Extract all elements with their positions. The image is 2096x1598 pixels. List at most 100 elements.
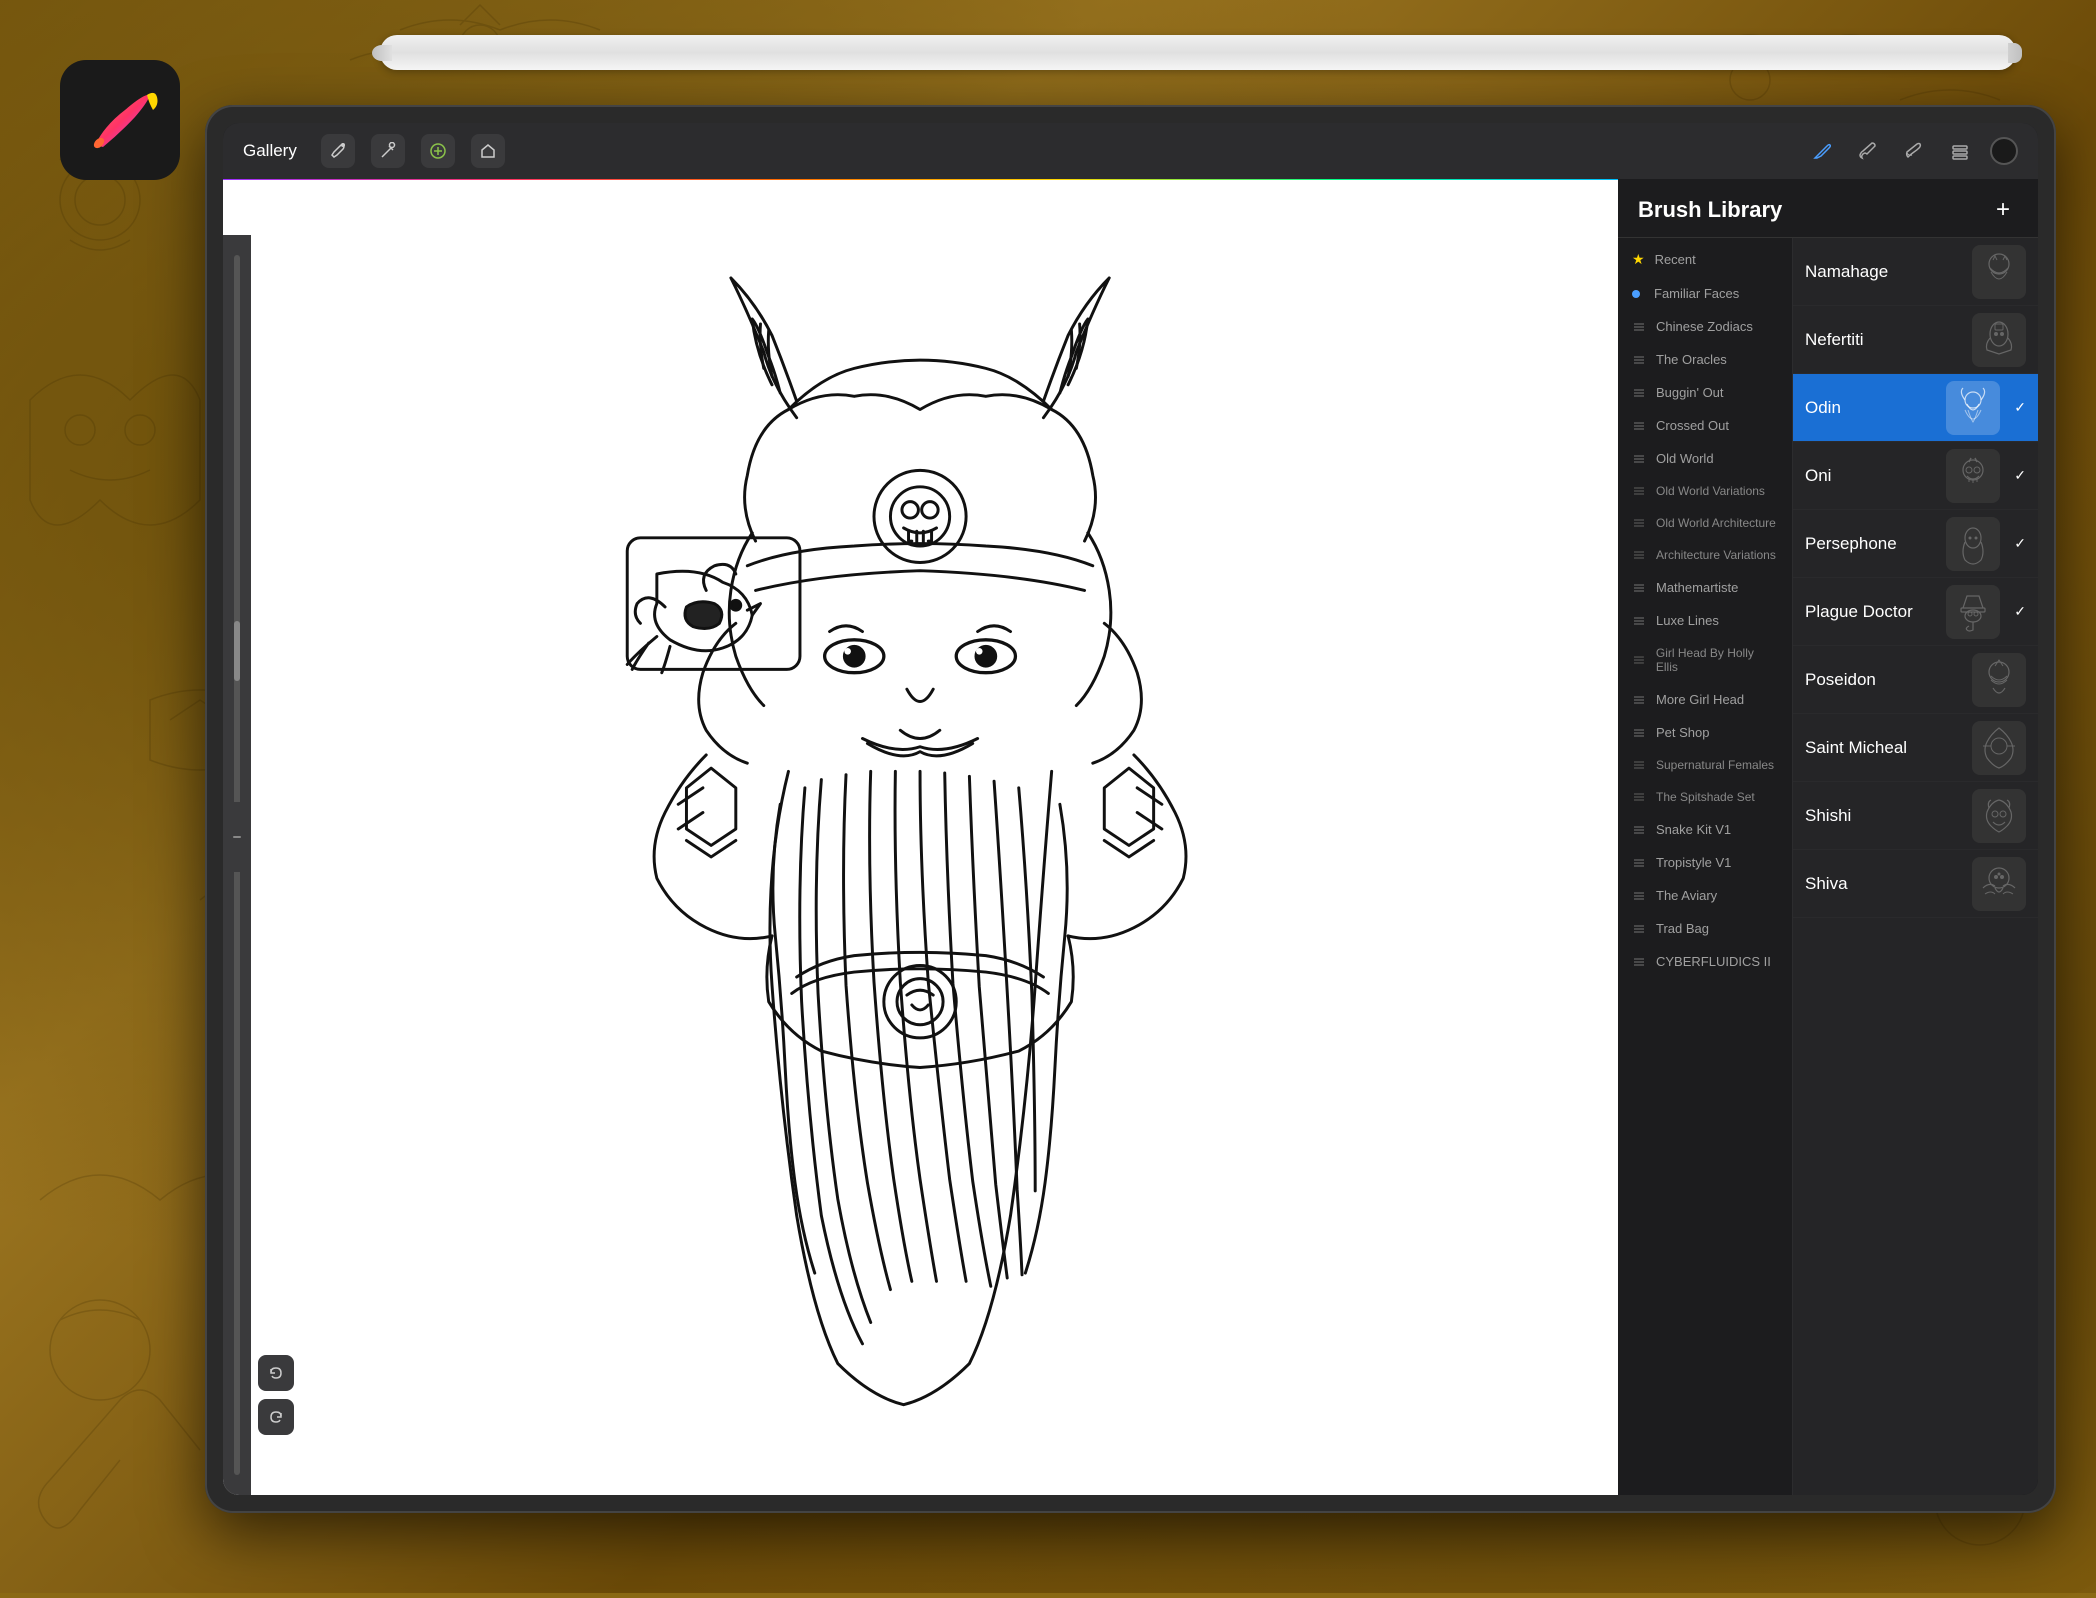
sidebar-item-label: The Aviary [1656, 888, 1717, 903]
sidebar-item-label: Buggin' Out [1656, 385, 1724, 400]
brush-item-thumbnail [1946, 381, 2000, 435]
sidebar-item-supernatural-females[interactable]: Supernatural Females [1618, 749, 1792, 781]
gallery-button[interactable]: Gallery [243, 141, 297, 161]
add-brush-button[interactable]: + [1988, 195, 2018, 225]
brush-item-thumbnail [1946, 585, 2000, 639]
ipad-screen: Gallery [223, 123, 2038, 1495]
poseidon-thumb [1975, 656, 2023, 704]
brush-item-poseidon[interactable]: Poseidon [1793, 646, 2038, 714]
brush-item-name: Persephone [1805, 534, 1936, 554]
redo-button[interactable] [258, 1399, 294, 1435]
brush-icon [1632, 922, 1646, 936]
sidebar-item-label: Mathemartiste [1656, 580, 1738, 595]
plague-doctor-thumb [1949, 588, 1997, 636]
brush-icon [1632, 320, 1646, 334]
layers-button[interactable] [1944, 135, 1976, 167]
brush-item-odin[interactable]: Odin ✓ [1793, 374, 2038, 442]
brush-icon [1632, 386, 1646, 400]
oni-thumb [1949, 452, 1997, 500]
adjust-tool-button[interactable] [421, 134, 455, 168]
sidebar-item-old-world-variations[interactable]: Old World Variations [1618, 475, 1792, 507]
magic-tool-button[interactable] [371, 134, 405, 168]
ipad-frame: Gallery [205, 105, 2056, 1513]
brush-item-plague-doctor[interactable]: Plague Doctor [1793, 578, 2038, 646]
sidebar-item-label: Old World [1656, 451, 1714, 466]
brush-icon [1632, 353, 1646, 367]
sidebar-item-cyberfluidics[interactable]: CYBERFLUIDICS II [1618, 945, 1792, 978]
scrollbar-thumb[interactable] [234, 621, 240, 681]
brush-check: ✓ [2014, 603, 2026, 620]
brush-item-info: Oni [1805, 466, 1936, 486]
sidebar-item-girl-head[interactable]: Girl Head By Holly Ellis [1618, 637, 1792, 683]
sidebar-item-label: Tropistyle V1 [1656, 855, 1731, 870]
brush-icon [1632, 581, 1646, 595]
undo-button[interactable] [258, 1355, 294, 1391]
brush-library-panel: Brush Library + ★ Recent Fa [1618, 179, 2038, 1495]
brush-item-info: Nefertiti [1805, 330, 1962, 350]
sidebar-item-buggin-out[interactable]: Buggin' Out [1618, 376, 1792, 409]
sidebar-item-label: Architecture Variations [1656, 548, 1776, 562]
artwork-svg [376, 245, 1464, 1429]
sidebar-item-old-world-architecture[interactable]: Old World Architecture [1618, 507, 1792, 539]
sidebar-item-the-aviary[interactable]: The Aviary [1618, 879, 1792, 912]
app-icon [60, 60, 180, 180]
brush-item-info: Namahage [1805, 262, 1962, 282]
sidebar-item-more-girl-head[interactable]: More Girl Head [1618, 683, 1792, 716]
sidebar-item-chinese-zodiacs[interactable]: Chinese Zodiacs [1618, 310, 1792, 343]
brush-check: ✓ [2014, 467, 2026, 484]
brush-item-thumbnail [1972, 313, 2026, 367]
sidebar-item-luxe-lines[interactable]: Luxe Lines [1618, 604, 1792, 637]
smudge-tool-button[interactable] [1898, 135, 1930, 167]
brush-item-saint-micheal[interactable]: Saint Micheal [1793, 714, 2038, 782]
brush-check: ✓ [2014, 535, 2026, 552]
brush-tool-button[interactable] [1852, 135, 1884, 167]
brush-icon [1632, 889, 1646, 903]
brush-item-shishi[interactable]: Shishi [1793, 782, 2038, 850]
sidebar-item-label: Pet Shop [1656, 725, 1710, 740]
brush-item-oni[interactable]: Oni ✓ [1793, 442, 2038, 510]
brush-item-namahage[interactable]: Namahage [1793, 238, 2038, 306]
tool-size-handle[interactable] [223, 802, 251, 872]
brush-icon [1632, 856, 1646, 870]
brush-item-thumbnail [1972, 653, 2026, 707]
sidebar-item-old-world[interactable]: Old World [1618, 442, 1792, 475]
brush-item-info: Shiva [1805, 874, 1962, 894]
brush-item-nefertiti[interactable]: Nefertiti [1793, 306, 2038, 374]
sidebar-item-label: Supernatural Females [1656, 758, 1774, 772]
sidebar-item-spitshade-set[interactable]: The Spitshade Set [1618, 781, 1792, 813]
brush-item-info: Odin [1805, 398, 1936, 418]
sidebar-item-trad-bag[interactable]: Trad Bag [1618, 912, 1792, 945]
sidebar-item-tropistyle[interactable]: Tropistyle V1 [1618, 846, 1792, 879]
sidebar-item-the-oracles[interactable]: The Oracles [1618, 343, 1792, 376]
brush-item-name: Nefertiti [1805, 330, 1962, 350]
toolbar: Gallery [223, 123, 2038, 179]
brush-icon [1632, 823, 1646, 837]
sidebar-item-label: Girl Head By Holly Ellis [1656, 646, 1778, 674]
brush-item-info: Saint Micheal [1805, 738, 1962, 758]
brush-item-info: Poseidon [1805, 670, 1962, 690]
sidebar-item-label: Trad Bag [1656, 921, 1709, 936]
sidebar-item-label: More Girl Head [1656, 692, 1744, 707]
sidebar-item-pet-shop[interactable]: Pet Shop [1618, 716, 1792, 749]
sidebar-item-familiar-faces[interactable]: Familiar Faces [1618, 277, 1792, 310]
brush-icon [1632, 614, 1646, 628]
sidebar-item-label: Recent [1655, 252, 1696, 267]
sidebar-item-snake-kit[interactable]: Snake Kit V1 [1618, 813, 1792, 846]
sidebar-item-recent[interactable]: ★ Recent [1618, 242, 1792, 277]
sidebar-item-mathemartiste[interactable]: Mathemartiste [1618, 571, 1792, 604]
pen-tool-button[interactable] [1806, 135, 1838, 167]
brush-item-thumbnail [1972, 857, 2026, 911]
left-scrollbar[interactable] [223, 235, 251, 1495]
brush-icon [1632, 726, 1646, 740]
sidebar-item-architecture-variations[interactable]: Architecture Variations [1618, 539, 1792, 571]
brush-icon [1632, 516, 1646, 530]
canvas-area [223, 179, 1618, 1495]
brush-item-shiva[interactable]: Shiva [1793, 850, 2038, 918]
selection-tool-button[interactable] [471, 134, 505, 168]
brush-item-persephone[interactable]: Persephone ✓ [1793, 510, 2038, 578]
wrench-tool-button[interactable] [321, 134, 355, 168]
brush-item-thumbnail [1946, 449, 2000, 503]
sidebar-item-crossed-out[interactable]: Crossed Out [1618, 409, 1792, 442]
brush-selected-check: ✓ [2014, 399, 2026, 416]
color-picker[interactable] [1990, 137, 2018, 165]
